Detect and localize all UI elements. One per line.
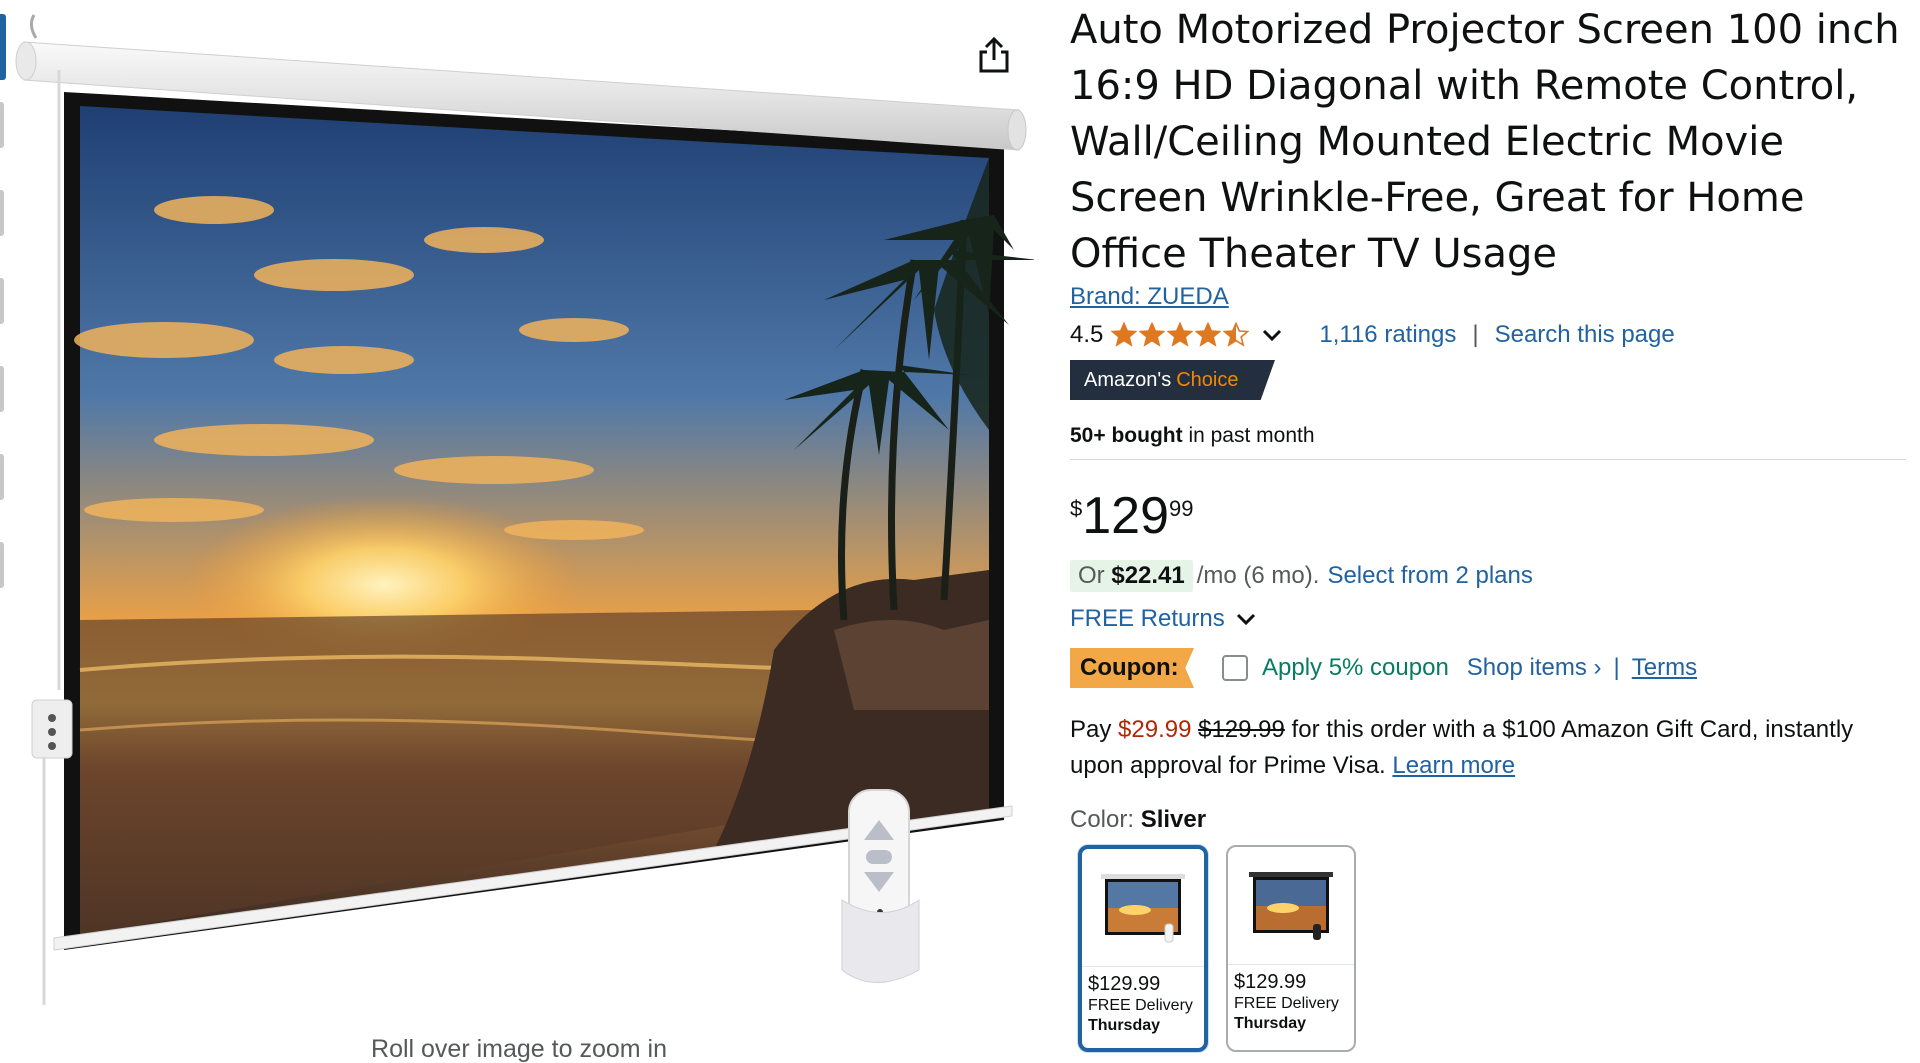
monthly-amount: $22.41	[1111, 562, 1185, 589]
free-returns-dropdown[interactable]: FREE Returns	[1070, 605, 1257, 633]
price-fraction: 99	[1169, 496, 1194, 521]
chevron-down-icon	[1236, 613, 1255, 626]
gift-new-price: $29.99	[1118, 716, 1192, 743]
chevron-down-icon[interactable]	[1261, 324, 1283, 346]
price-symbol: $	[1070, 496, 1083, 521]
swatch-delivery-day: Thursday	[1234, 1015, 1307, 1032]
learn-more-link[interactable]: Learn more	[1392, 752, 1515, 779]
search-this-page-link[interactable]: Search this page	[1495, 321, 1675, 349]
thumbnail-tab-active[interactable]	[0, 14, 6, 80]
star-rating[interactable]	[1111, 322, 1251, 348]
price-whole: 129	[1082, 487, 1170, 545]
badge-choice: Choice	[1176, 368, 1239, 391]
thumbnail-tab[interactable]	[0, 366, 4, 412]
color-swatch-selected[interactable]: $129.99 FREE Delivery Thursday	[1078, 845, 1208, 1052]
rating-row: 4.5 1,116 ratings | Search this page	[1070, 318, 1675, 352]
star-icon	[1111, 322, 1138, 347]
select-plans-link[interactable]: Select from 2 plans	[1327, 562, 1532, 590]
amazons-choice-badge: Amazon's Choice	[1070, 360, 1275, 400]
thumbnail-tab[interactable]	[0, 102, 4, 148]
monthly-highlight: Or $22.41	[1070, 560, 1193, 592]
thumbnail-tab[interactable]	[0, 454, 4, 500]
gift-card-offer: Pay $29.99 $129.99 for this order with a…	[1070, 712, 1910, 784]
badge-prefix: Amazon's	[1084, 368, 1172, 391]
separator: |	[1613, 654, 1620, 681]
thumbnail-tab[interactable]	[0, 542, 4, 588]
swatch-price: $129.99	[1234, 971, 1307, 993]
star-icon	[1139, 322, 1166, 347]
share-icon	[979, 36, 1009, 73]
coupon-row: Coupon: Apply 5% coupon Shop items › | T…	[1070, 647, 1697, 689]
swatch-delivery: FREE Delivery	[1234, 995, 1339, 1012]
star-icon	[1195, 322, 1222, 347]
price: $ 129 99	[1070, 488, 1194, 544]
swatch-delivery: FREE Delivery	[1088, 997, 1193, 1014]
monthly-payment: Or $22.41 /mo (6 mo). Select from 2 plan…	[1070, 558, 1533, 594]
coupon-badge: Coupon:	[1070, 648, 1194, 688]
product-title: Auto Motorized Projector Screen 100 inch…	[1070, 7, 1900, 277]
bought-count: 50+ bought	[1070, 424, 1183, 447]
star-icon	[1223, 322, 1250, 347]
rating-value: 4.5	[1070, 321, 1104, 348]
apply-coupon-label[interactable]: Apply 5% coupon	[1262, 654, 1449, 682]
star-icon	[1167, 322, 1194, 347]
zoom-hint: Roll over image to zoom in	[371, 1035, 667, 1063]
bought-period: in past month	[1188, 424, 1315, 447]
product-image[interactable]	[14, 10, 1039, 1020]
thumbnail-tab[interactable]	[0, 278, 4, 324]
ratings-count-link[interactable]: 1,116 ratings	[1319, 321, 1456, 349]
gift-pay: Pay	[1070, 716, 1112, 743]
share-button[interactable]	[969, 30, 1019, 80]
shop-items-link[interactable]: Shop items ›	[1467, 654, 1602, 682]
divider	[1070, 459, 1906, 460]
product-image-area[interactable]: Roll over image to zoom in	[14, 10, 1039, 1063]
color-swatches: $129.99 FREE Delivery Thursday $129.99 F…	[1078, 845, 1374, 1052]
color-label: Color: Sliver	[1070, 806, 1206, 834]
separator: |	[1472, 321, 1479, 348]
coupon-terms-link[interactable]: Terms	[1632, 654, 1697, 682]
coupon-checkbox[interactable]	[1222, 655, 1248, 681]
color-swatch[interactable]: $129.99 FREE Delivery Thursday	[1226, 845, 1356, 1052]
gift-old-price: $129.99	[1198, 716, 1285, 743]
color-value: Sliver	[1140, 806, 1207, 833]
thumbnail-tab[interactable]	[0, 190, 4, 236]
color-label-text: Color:	[1070, 806, 1135, 833]
swatch-image	[1082, 849, 1204, 967]
swatch-image	[1228, 847, 1354, 965]
brand-link[interactable]: Brand: ZUEDA	[1070, 283, 1229, 311]
swatch-delivery-day: Thursday	[1088, 1017, 1161, 1034]
monthly-terms: /mo (6 mo).	[1196, 562, 1320, 589]
monthly-or: Or	[1078, 562, 1105, 589]
swatch-price: $129.99	[1088, 973, 1161, 995]
free-returns-label: FREE Returns	[1070, 605, 1225, 632]
bought-in-past-month: 50+ bought in past month	[1070, 424, 1315, 448]
